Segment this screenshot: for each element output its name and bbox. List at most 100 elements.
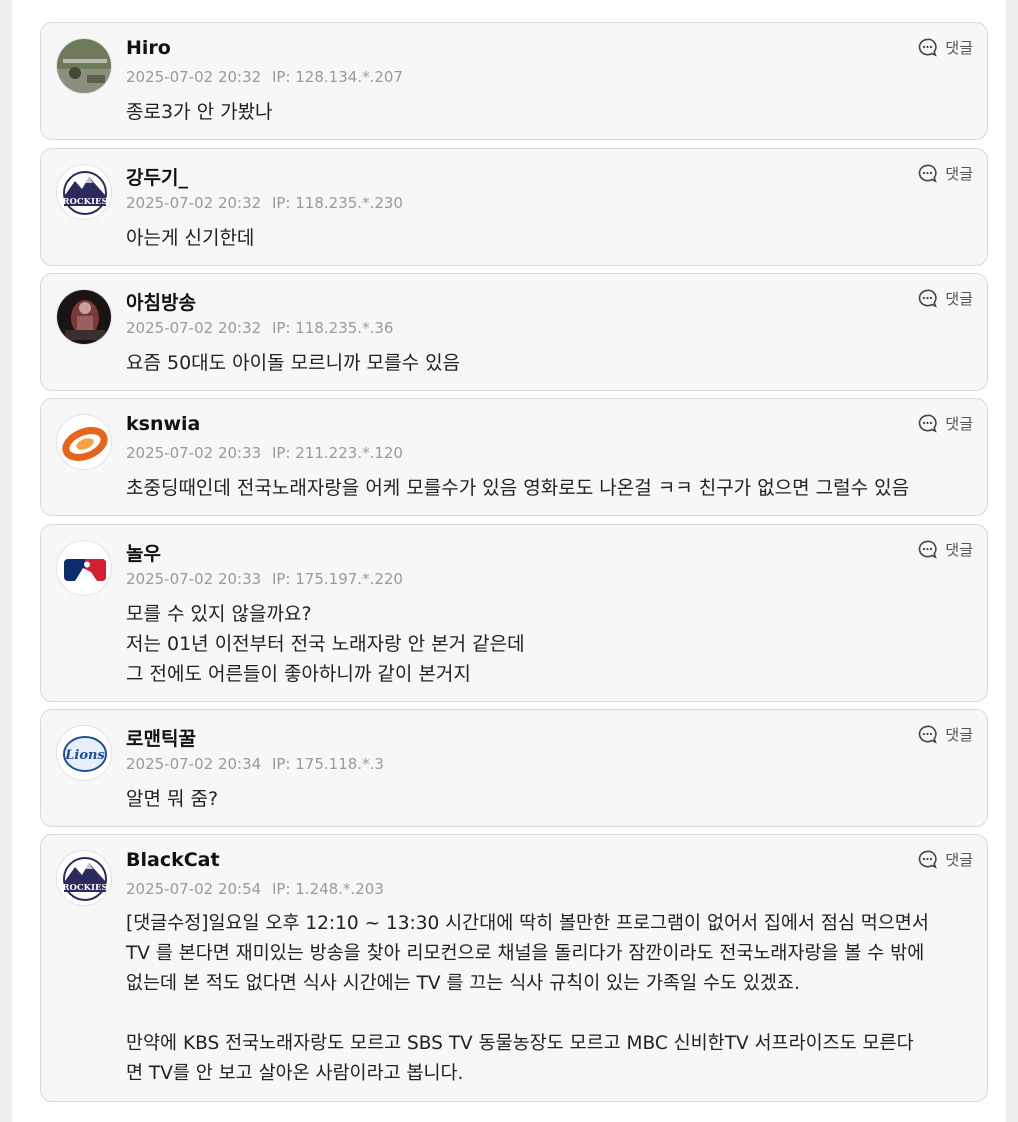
nickname[interactable]: BlackCat bbox=[126, 849, 220, 871]
avatar-logo-text: Lions bbox=[64, 748, 105, 763]
comment-text-line: 모를 수 있지 않을까요? bbox=[126, 603, 312, 625]
reply-button[interactable]: 댓글 bbox=[917, 288, 973, 309]
comment-meta: 2025-07-02 20:32 IP: 118.235.*.36 bbox=[126, 319, 393, 337]
speech-bubble-icon bbox=[919, 164, 938, 183]
ip-label: IP: bbox=[271, 68, 291, 86]
comment-item: Hiro 2025-07-02 20:32 IP: 128.134.*.207 … bbox=[40, 22, 988, 140]
avatar[interactable] bbox=[56, 414, 112, 470]
comment-body: [댓글수정]일요일 오후 12:10 ~ 13:30 시간대에 딱히 볼만한 프… bbox=[126, 909, 973, 1089]
reply-button[interactable]: 댓글 bbox=[917, 724, 973, 745]
ip-label: IP: bbox=[271, 755, 291, 773]
comment-meta: 2025-07-02 20:32 IP: 128.134.*.207 bbox=[126, 68, 403, 86]
speech-bubble-icon bbox=[919, 289, 938, 308]
comment-body: 요즘 50대도 아이돌 모르니까 모를수 있음 bbox=[126, 348, 973, 378]
comment-datetime: 2025-07-02 20:54 bbox=[126, 880, 262, 898]
comment-meta: 2025-07-02 20:34 IP: 175.118.*.3 bbox=[126, 755, 384, 773]
ip-label: IP: bbox=[271, 444, 291, 462]
comment-item: ROCKIES 강두기_ 2025-07-02 20:32 IP: 118.23… bbox=[40, 148, 988, 266]
reply-label: 댓글 bbox=[945, 290, 973, 308]
ip-address: 128.134.*.207 bbox=[295, 68, 403, 86]
comment-datetime: 2025-07-02 20:33 bbox=[126, 444, 262, 462]
comment-item: Lions 로맨틱꿀 2025-07-02 20:34 IP: 175.118.… bbox=[40, 709, 988, 827]
photo-avatar-icon bbox=[57, 290, 111, 344]
speech-bubble-icon bbox=[919, 540, 938, 559]
comment-text-line: 저는 01년 이전부터 전국 노래자랑 안 본거 같은데 bbox=[126, 633, 525, 655]
ip-address: 118.235.*.230 bbox=[295, 194, 403, 212]
comment-text-line: TV 를 본다면 재미있는 방송을 찾아 리모컨으로 채널을 돌리다가 잠깐이라… bbox=[126, 943, 925, 964]
reply-label: 댓글 bbox=[945, 39, 973, 57]
comment-body: 종로3가 안 가봤나 bbox=[126, 97, 973, 127]
comment-datetime: 2025-07-02 20:32 bbox=[126, 194, 262, 212]
comment-meta: 2025-07-02 20:32 IP: 118.235.*.230 bbox=[126, 194, 403, 212]
reply-button[interactable]: 댓글 bbox=[917, 849, 973, 870]
reply-button[interactable]: 댓글 bbox=[917, 539, 973, 560]
photo-avatar-icon bbox=[57, 39, 111, 93]
reply-label: 댓글 bbox=[945, 851, 973, 869]
comment-meta: 2025-07-02 20:33 IP: 175.197.*.220 bbox=[126, 570, 403, 588]
reply-label: 댓글 bbox=[945, 415, 973, 433]
orange-ring-logo-icon bbox=[57, 415, 111, 469]
comment-meta: 2025-07-02 20:33 IP: 211.223.*.120 bbox=[126, 444, 403, 462]
comment-datetime: 2025-07-02 20:33 bbox=[126, 570, 262, 588]
reply-label: 댓글 bbox=[945, 726, 973, 744]
reply-button[interactable]: 댓글 bbox=[917, 163, 973, 184]
ip-label: IP: bbox=[271, 194, 291, 212]
nickname[interactable]: 로맨틱꿀 bbox=[126, 724, 196, 751]
comment-text-line: 없는데 본 적도 없다면 식사 시간에는 TV 를 끄는 식사 규칙이 있는 가… bbox=[126, 973, 800, 994]
ip-address: 1.248.*.203 bbox=[295, 880, 384, 898]
avatar-logo-text: ROCKIES bbox=[62, 883, 107, 893]
speech-bubble-icon bbox=[919, 850, 938, 869]
ip-label: IP: bbox=[271, 880, 291, 898]
avatar[interactable] bbox=[56, 289, 112, 345]
comment-text-line: 알면 뭐 줌? bbox=[126, 788, 219, 810]
comment-item: ksnwia 2025-07-02 20:33 IP: 211.223.*.12… bbox=[40, 398, 988, 516]
ip-address: 175.197.*.220 bbox=[295, 570, 403, 588]
rockies-logo-icon: ROCKIES bbox=[57, 851, 111, 905]
reply-label: 댓글 bbox=[945, 165, 973, 183]
nickname[interactable]: 강두기_ bbox=[126, 163, 188, 190]
comment-item: ROCKIES BlackCat 2025-07-02 20:54 IP: 1.… bbox=[40, 834, 988, 1102]
ip-address: 118.235.*.36 bbox=[295, 319, 394, 337]
comment-text-line: 그 전에도 어른들이 좋아하니까 같이 본거지 bbox=[126, 663, 471, 685]
nickname[interactable]: Hiro bbox=[126, 37, 171, 59]
comment-text-line: 초중딩때인데 전국노래자랑을 어케 모를수가 있음 영화로도 나온걸 ㅋㅋ 친구… bbox=[126, 477, 910, 499]
reply-label: 댓글 bbox=[945, 541, 973, 559]
avatar[interactable]: Lions bbox=[56, 725, 112, 781]
avatar[interactable] bbox=[56, 38, 112, 94]
comment-text-line: 아는게 신기한데 bbox=[126, 227, 255, 249]
comment-item: 놀우 2025-07-02 20:33 IP: 175.197.*.220 댓글… bbox=[40, 524, 988, 702]
comment-datetime: 2025-07-02 20:34 bbox=[126, 755, 262, 773]
speech-bubble-icon bbox=[919, 725, 938, 744]
comment-text-line: 면 TV를 안 보고 살아온 사람이라고 봅니다. bbox=[126, 1063, 464, 1084]
avatar-logo-text: ROCKIES bbox=[62, 197, 107, 207]
comment-text-line: 만약에 KBS 전국노래자랑도 모르고 SBS TV 동물농장도 모르고 MBC… bbox=[126, 1033, 914, 1054]
nickname[interactable]: 아침방송 bbox=[126, 288, 196, 315]
lions-logo-icon: Lions bbox=[57, 726, 111, 780]
reply-button[interactable]: 댓글 bbox=[917, 37, 973, 58]
avatar[interactable]: ROCKIES bbox=[56, 850, 112, 906]
ip-address: 211.223.*.120 bbox=[295, 444, 403, 462]
comment-item: 아침방송 2025-07-02 20:32 IP: 118.235.*.36 댓… bbox=[40, 273, 988, 391]
comment-meta: 2025-07-02 20:54 IP: 1.248.*.203 bbox=[126, 880, 384, 898]
ip-label: IP: bbox=[271, 319, 291, 337]
ip-label: IP: bbox=[271, 570, 291, 588]
reply-button[interactable]: 댓글 bbox=[917, 413, 973, 434]
nickname[interactable]: 놀우 bbox=[126, 539, 161, 566]
comment-body: 초중딩때인데 전국노래자랑을 어케 모를수가 있음 영화로도 나온걸 ㅋㅋ 친구… bbox=[126, 473, 973, 503]
comment-datetime: 2025-07-02 20:32 bbox=[126, 319, 262, 337]
ip-address: 175.118.*.3 bbox=[295, 755, 384, 773]
comment-body: 아는게 신기한데 bbox=[126, 223, 973, 253]
nickname[interactable]: ksnwia bbox=[126, 413, 200, 435]
rockies-logo-icon: ROCKIES bbox=[57, 165, 111, 219]
comment-text-line: [댓글수정]일요일 오후 12:10 ~ 13:30 시간대에 딱히 볼만한 프… bbox=[126, 913, 929, 934]
avatar[interactable] bbox=[56, 540, 112, 596]
speech-bubble-icon bbox=[919, 38, 938, 57]
avatar[interactable]: ROCKIES bbox=[56, 164, 112, 220]
comment-text-line: 종로3가 안 가봤나 bbox=[126, 101, 273, 123]
comment-text-line: 요즘 50대도 아이돌 모르니까 모를수 있음 bbox=[126, 352, 461, 374]
speech-bubble-icon bbox=[919, 414, 938, 433]
comment-list: Hiro 2025-07-02 20:32 IP: 128.134.*.207 … bbox=[12, 0, 1006, 1122]
mlb-logo-icon bbox=[57, 541, 111, 595]
comment-body: 모를 수 있지 않을까요? 저는 01년 이전부터 전국 노래자랑 안 본거 같… bbox=[126, 599, 973, 689]
